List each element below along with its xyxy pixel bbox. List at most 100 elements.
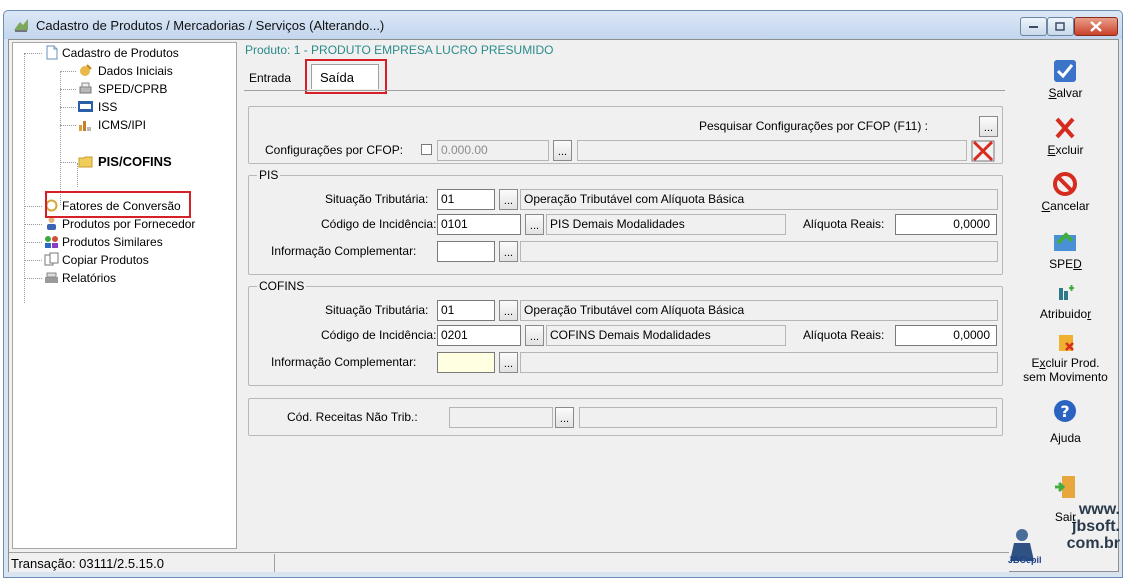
status-separator	[274, 554, 275, 572]
pis-aliquota-label: Alíquota Reais:	[803, 217, 885, 231]
tree-line	[60, 89, 76, 90]
jbsoft-logo: www. jbsoft. com.br JBCepil	[1004, 501, 1124, 571]
exit-door-icon	[1055, 476, 1075, 498]
tree-item-label: Relatórios	[62, 271, 117, 285]
pis-info-button[interactable]: ...	[499, 241, 518, 262]
pis-situacao-desc: Operação Tributável com Alíquota Básica	[520, 189, 998, 210]
config-cfop-field[interactable]: 0.000.00	[437, 140, 549, 161]
receitas-button[interactable]: ...	[555, 407, 574, 428]
pesquisar-cfop-label: Pesquisar Configurações por CFOP (F11) :	[699, 119, 928, 133]
cofins-incidencia-button[interactable]: ...	[525, 325, 544, 346]
pis-aliquota-field[interactable]: 0,0000	[895, 214, 997, 235]
tree-item-label: CST x CFOP	[113, 136, 183, 150]
delete-icon	[1055, 117, 1075, 139]
chart-icon	[79, 121, 91, 131]
highlight-box	[45, 191, 191, 218]
receitas-field[interactable]	[449, 407, 553, 428]
config-cfop-label: Configurações por CFOP:	[265, 143, 404, 157]
pis-panel: PIS Situação Tributária: 01 ... Operação…	[248, 168, 1003, 275]
pis-incidencia-label: Código de Incidência:	[321, 217, 437, 231]
excluir-prod-label: Excluir Prod.	[1031, 356, 1100, 370]
sped-button[interactable]: SPED	[1014, 227, 1117, 273]
pis-info-desc	[520, 241, 998, 262]
logo-brand: JBCepil	[1008, 555, 1042, 565]
excluir-prod-label-line2: sem Movimento	[1023, 370, 1108, 384]
tree-line	[24, 260, 42, 261]
cofins-info-desc	[520, 352, 998, 373]
tree-line	[60, 162, 76, 163]
printer-icon	[79, 82, 92, 94]
ajuda-label: Ajuda	[1050, 431, 1081, 445]
pis-incidencia-desc: PIS Demais Modalidades	[546, 214, 786, 235]
cfop-panel: Pesquisar Configurações por CFOP (F11) :…	[248, 106, 1003, 164]
status-bar: Transação: 03111/2.5.15.0	[9, 552, 1009, 572]
pis-situacao-button[interactable]: ...	[499, 189, 518, 210]
produto-label: Produto: 1 - PRODUTO EMPRESA LUCRO PRESU…	[245, 43, 554, 57]
application-window: Cadastro de Produtos / Mercadorias / Ser…	[3, 10, 1123, 578]
cofins-info-field[interactable]	[437, 352, 495, 373]
excluir-button[interactable]: Excluir	[1014, 113, 1117, 159]
tree-item-label: ISS	[98, 100, 118, 114]
cofins-situacao-button[interactable]: ...	[499, 300, 518, 321]
cofins-info-label: Informação Complementar:	[271, 355, 417, 369]
svg-text:?: ?	[1060, 402, 1069, 421]
pesquisar-cfop-button[interactable]: ...	[979, 116, 998, 137]
sped-label: SPED	[1049, 257, 1082, 271]
cofins-situacao-field[interactable]: 01	[437, 300, 495, 321]
config-cfop-button[interactable]: ...	[553, 140, 572, 161]
config-cfop-checkbox[interactable]	[421, 144, 432, 155]
tree-line	[77, 143, 91, 144]
receitas-panel: Cód. Receitas Não Trib.: ...	[248, 398, 1003, 436]
highlight-box	[305, 59, 387, 94]
receitas-desc	[579, 407, 997, 428]
cofins-situacao-label: Situação Tributária:	[325, 303, 429, 317]
ajuda-button[interactable]: ? Ajuda	[1014, 398, 1117, 448]
atribuidor-button[interactable]: Atribuidor	[1014, 284, 1117, 328]
delete-cfop-icon[interactable]	[971, 140, 995, 162]
excluir-prod-icon	[1059, 335, 1074, 351]
checkmark-icon	[1054, 60, 1076, 82]
cancelar-button[interactable]: Cancelar	[1014, 169, 1117, 215]
tree-item-label: Cadastro de Produtos	[62, 46, 179, 60]
excluir-prod-button[interactable]: Excluir Prod. sem Movimento	[1014, 334, 1117, 402]
salvar-button[interactable]: Salvar	[1014, 56, 1117, 104]
maximize-icon	[1055, 21, 1065, 31]
cofins-info-button[interactable]: ...	[499, 352, 518, 373]
tree-line	[60, 107, 76, 108]
close-button[interactable]	[1074, 17, 1118, 36]
tab-entrada[interactable]: Entrada	[249, 71, 291, 85]
pis-situacao-field[interactable]: 01	[437, 189, 495, 210]
tree-line	[24, 278, 42, 279]
cofins-incidencia-field[interactable]: 0201	[437, 325, 521, 346]
toolbar: Salvar Excluir Cancelar SPED Atribuidor …	[1014, 42, 1117, 569]
client-area: Cadastro de Produtos Dados Iniciais SPED…	[8, 39, 1119, 572]
maximize-button[interactable]	[1047, 17, 1074, 36]
tree-line	[24, 224, 42, 225]
config-cfop-desc	[577, 140, 967, 161]
minimize-icon	[1028, 25, 1038, 28]
tree-line	[24, 242, 42, 243]
cancelar-label: Cancelar	[1041, 199, 1090, 213]
cofins-legend: COFINS	[257, 279, 307, 293]
tree-item-label: ICMS/IPI	[98, 118, 147, 132]
receitas-label: Cód. Receitas Não Trib.:	[287, 410, 418, 424]
cofins-aliquota-label: Alíquota Reais:	[803, 328, 885, 342]
minimize-button[interactable]	[1020, 17, 1047, 36]
tree-item-label: PIS/COFINS	[98, 154, 172, 169]
cofins-incidencia-desc: COFINS Demais Modalidades	[546, 325, 786, 346]
tree-line	[24, 206, 42, 207]
iss-icon	[78, 101, 93, 112]
pis-info-field[interactable]	[437, 241, 495, 262]
title-bar[interactable]: Cadastro de Produtos / Mercadorias / Ser…	[4, 11, 1122, 39]
status-transacao: Transação: 03111/2.5.15.0	[11, 556, 164, 571]
pis-incidencia-button[interactable]: ...	[525, 214, 544, 235]
cofins-incidencia-label: Código de Incidência:	[321, 328, 437, 342]
window-title: Cadastro de Produtos / Mercadorias / Ser…	[36, 18, 385, 33]
document-icon	[46, 45, 58, 60]
copy-icon	[44, 252, 59, 266]
cofins-aliquota-field[interactable]: 0,0000	[895, 325, 997, 346]
pis-incidencia-field[interactable]: 0101	[437, 214, 521, 235]
tree-line	[60, 71, 61, 205]
star-icon	[80, 64, 92, 76]
atribuidor-label: Atribuidor	[1039, 307, 1092, 321]
